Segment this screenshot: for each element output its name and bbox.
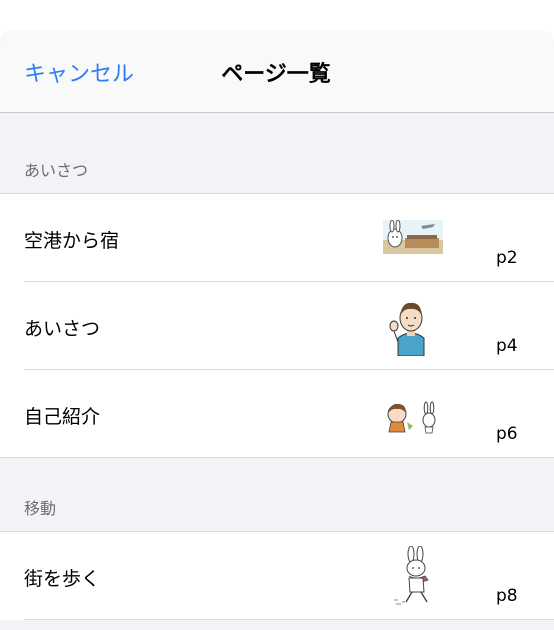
status-area <box>0 0 554 30</box>
girl-and-bunny-thumbnail <box>387 401 436 434</box>
section-header-label: 移動 <box>24 499 57 518</box>
section-header-label: あいさつ <box>24 161 89 180</box>
section-header-transport: 移動 <box>0 458 554 531</box>
list-item-greetings[interactable]: あいさつ p4 <box>0 282 554 370</box>
list-item-label: 自己紹介 <box>24 406 101 428</box>
divider <box>24 619 554 620</box>
navigation-bar: キャンセル ページ一覧 <box>0 30 554 113</box>
page-number: p4 <box>496 336 518 356</box>
list-item-walking-the-town[interactable]: 街を歩く p8 <box>0 532 554 620</box>
bunny-airport-thumbnail <box>383 220 443 254</box>
page-number: p8 <box>496 586 518 606</box>
page-number: p2 <box>496 248 518 268</box>
list-item-airport-to-hotel[interactable]: 空港から宿 p2 <box>0 194 554 282</box>
list-item-self-introduction[interactable]: 自己紹介 p6 <box>0 370 554 458</box>
page-title: ページ一覧 <box>221 62 331 87</box>
page-list-sheet: キャンセル ページ一覧 あいさつ 空港から宿 p2 あいさつ p4 自己紹介 p… <box>0 30 554 630</box>
page-number: p6 <box>496 424 518 444</box>
waving-staff-thumbnail <box>389 302 425 356</box>
list-item-label: 空港から宿 <box>24 230 120 252</box>
list-item-label: あいさつ <box>24 318 101 340</box>
section-header-greetings: あいさつ <box>0 113 554 193</box>
walking-bunny-thumbnail <box>394 546 429 605</box>
list-item-label: 街を歩く <box>24 568 101 590</box>
